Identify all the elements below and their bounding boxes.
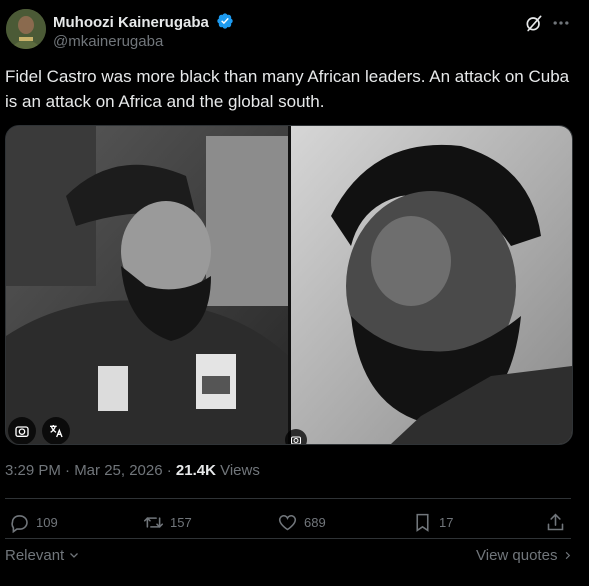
author-handle[interactable]: @mkainerugaba [53,33,163,50]
bookmark-count: 17 [439,515,454,530]
view-quotes-link[interactable]: View quotes [476,547,573,564]
tweet-text: Fidel Castro was more black than many Af… [5,67,570,111]
translate-image-button[interactable] [42,417,70,444]
share-button[interactable] [545,512,566,533]
heart-icon [278,514,297,531]
reply-count: 109 [36,515,58,530]
views-label: Views [215,462,260,479]
repost-count: 157 [170,515,192,530]
reply-icon [11,515,28,533]
view-quotes-label[interactable]: View quotes [476,547,557,564]
tweet-media[interactable] [5,125,573,445]
author-name-text[interactable]: Muhoozi Kainerugaba [53,14,209,31]
photo-right-action-button[interactable] [285,429,307,444]
sort-label[interactable]: Relevant [5,547,64,564]
more-options-icon[interactable] [551,13,571,33]
divider-bottom [5,538,571,539]
share-icon [547,513,564,531]
repost-icon [143,517,164,528]
camera-search-icon [291,436,301,444]
tweet-timestamp[interactable]: 3:29 PM · Mar 25, 2026 · 21.4K Views [5,462,260,479]
like-button[interactable]: 689 [277,512,326,533]
divider-top [5,498,571,499]
chevron-right-icon [565,551,570,560]
author-name[interactable]: Muhoozi Kainerugaba [53,12,234,31]
grok-icon[interactable] [524,13,544,33]
views-count: 21.4K [175,462,216,479]
tweet-time[interactable]: 3:29 PM · Mar 25, 2026 · [5,462,176,479]
sort-replies-dropdown[interactable]: Relevant [5,547,80,564]
photo-left[interactable] [6,126,288,444]
chevron-down-icon [70,553,79,558]
author-avatar[interactable] [6,9,46,49]
bookmark-icon [416,513,429,532]
reply-button[interactable]: 109 [9,512,58,533]
bookmark-button[interactable]: 17 [412,512,453,533]
image-search-button[interactable] [8,417,36,444]
camera-search-icon [15,426,29,437]
repost-button[interactable]: 157 [143,512,192,533]
verified-badge-icon [217,13,233,29]
like-count: 689 [304,515,326,530]
photo-right[interactable] [285,126,572,444]
translate-icon [50,425,63,438]
